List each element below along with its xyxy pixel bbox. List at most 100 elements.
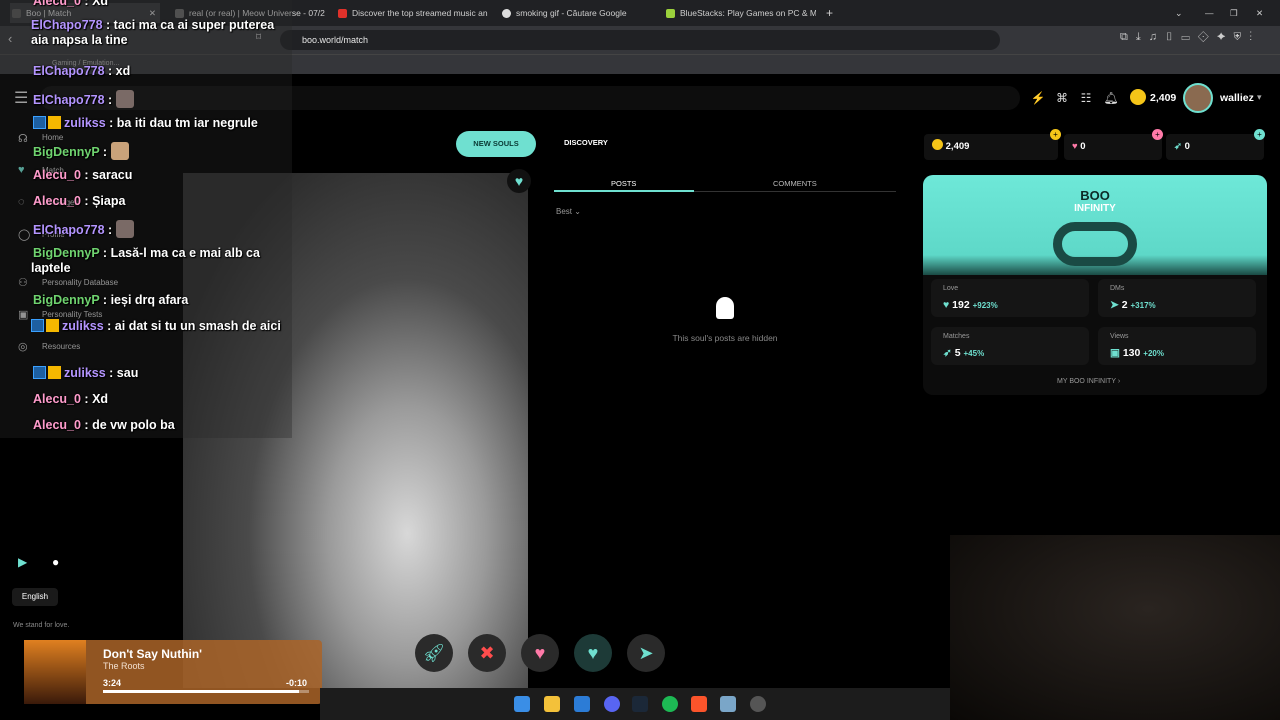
chat-username: ElChapo778: [31, 18, 103, 32]
tagline: We stand for love.: [13, 622, 70, 629]
avatar[interactable]: [1183, 83, 1213, 113]
heart-icon[interactable]: ♥: [507, 169, 531, 193]
tab-music[interactable]: Discover the top streamed music and: [338, 3, 488, 23]
toolbar-extension-icons[interactable]: ⧉⤓♫▯▭⟐✦⛨⋮: [1120, 31, 1260, 44]
matches-label: Matches: [943, 333, 970, 340]
spotify-icon[interactable]: [662, 696, 678, 712]
tab-comments[interactable]: COMMENTS: [773, 179, 817, 188]
chevron-down-icon[interactable]: ⌄: [1175, 3, 1185, 23]
chat-username: BigDennyP: [33, 246, 100, 260]
url-field[interactable]: boo.world/match: [280, 30, 1000, 50]
header-coins: 2,409: [1150, 92, 1177, 104]
lightning-icon[interactable]: ⚡: [1030, 90, 1046, 106]
love-stat: Love ♥ 192 +923%: [931, 279, 1089, 317]
tab-title: Discover the top streamed music and: [352, 8, 488, 18]
chat-username: zulikss: [62, 319, 104, 333]
love-percent: +923%: [972, 301, 998, 310]
album-art: [24, 640, 86, 704]
language-select[interactable]: English: [12, 588, 58, 606]
progress-track[interactable]: [103, 690, 309, 693]
apple-icon[interactable]: ●: [52, 555, 59, 569]
chat-text: ai dat si tu un smash de aici: [114, 319, 281, 333]
maximize-icon[interactable]: ❐: [1230, 3, 1240, 23]
love-label: Love: [943, 285, 959, 292]
add-love-icon[interactable]: +: [1152, 129, 1163, 140]
chat-message: ElChapo778 : taci ma ca ai super puterea…: [31, 18, 275, 47]
translate-icon[interactable]: ⌘: [1054, 90, 1070, 106]
app-icon[interactable]: [720, 696, 736, 712]
file-explorer-icon[interactable]: [544, 696, 560, 712]
elapsed-time: 3:24: [103, 678, 122, 688]
add-boost-icon[interactable]: +: [1254, 129, 1265, 140]
chat-username: BigDennyP: [33, 293, 100, 307]
song-title: Don't Say Nuthin': [103, 647, 203, 661]
chat-message: zulikss : ai dat si tu un smash de aici: [31, 319, 291, 334]
tab-posts[interactable]: POSTS: [611, 179, 636, 188]
infinity-title: BOO: [1080, 188, 1110, 203]
matches-value: 5: [954, 347, 961, 359]
webcam-overlay: [950, 535, 1280, 720]
new-tab-button[interactable]: +: [826, 3, 840, 23]
close-window-icon[interactable]: ✕: [1256, 3, 1266, 23]
boost-pill[interactable]: ➶ 0: [1166, 134, 1264, 160]
photos-icon[interactable]: [574, 696, 590, 712]
crown-badge-icon: [48, 116, 61, 129]
brave-icon[interactable]: [691, 696, 707, 712]
chat-text: saracu: [92, 168, 133, 182]
obs-icon[interactable]: [750, 696, 766, 712]
chat-message: BigDennyP : Lasă-l ma ca e mai alb ca la…: [31, 246, 260, 275]
heart-icon: ♥: [943, 299, 950, 311]
prime-badge-icon: [31, 319, 44, 332]
discord-icon[interactable]: [604, 696, 620, 712]
tab-title: smoking gif - Căutare Google: [516, 8, 627, 18]
infinity-icon: [1053, 222, 1137, 266]
chat-message: ElChapo778 : xd: [33, 64, 131, 78]
bell-icon[interactable]: 🔔︎: [1103, 90, 1119, 106]
chat-message: Alecu_0 : Xd: [33, 0, 293, 9]
infinity-subtitle: INFINITY: [1074, 203, 1116, 214]
chat-message: zulikss : sau: [33, 366, 293, 381]
filter-icon[interactable]: ☷: [1078, 90, 1094, 106]
chevron-down-icon[interactable]: ▾: [1257, 92, 1262, 103]
dms-percent: +317%: [1130, 301, 1156, 310]
steam-icon[interactable]: [632, 696, 648, 712]
minimize-icon[interactable]: —: [1205, 3, 1215, 23]
like-button[interactable]: ♥: [574, 634, 612, 672]
chat-username: Alecu_0: [33, 168, 81, 182]
tab-google[interactable]: smoking gif - Căutare Google: [502, 3, 652, 23]
rocket-icon: ➶: [1174, 141, 1182, 152]
chat-username: Alecu_0: [33, 418, 81, 432]
chat-message: BigDennyP :: [33, 142, 293, 160]
views-label: Views: [1110, 333, 1129, 340]
chat-text: sau: [116, 366, 139, 380]
tab-title: BlueStacks: Play Games on PC & Ma: [680, 8, 816, 18]
coins-pill[interactable]: 2,409: [924, 134, 1058, 160]
chat-username: ElChapo778: [33, 223, 105, 237]
sort-select[interactable]: Best ⌄: [556, 207, 581, 216]
new-souls-button[interactable]: NEW SOULS: [456, 131, 536, 157]
emote-icon: [115, 90, 134, 108]
pass-button[interactable]: ✖: [468, 634, 506, 672]
send-dm-button[interactable]: ➤: [627, 634, 665, 672]
boost-count: 0: [1184, 141, 1190, 152]
emote-icon: [110, 142, 129, 160]
my-boo-infinity-link[interactable]: MY BOO INFINITY ›: [1057, 378, 1120, 385]
discovery-button[interactable]: DISCOVERY: [564, 138, 608, 147]
love-pill[interactable]: ♥ 0: [1064, 134, 1162, 160]
add-coins-icon[interactable]: +: [1050, 129, 1061, 140]
chat-message: Alecu_0 : Șiapa: [33, 194, 126, 208]
dms-stat: DMs ➤ 2 +317%: [1098, 279, 1256, 317]
chat-message: zulikss : ba iti dau tm iar negrule: [33, 116, 293, 131]
sort-label: Best: [556, 207, 573, 216]
boost-button[interactable]: 🚀︎: [415, 634, 453, 672]
google-play-icon[interactable]: ▶: [18, 555, 27, 569]
love-button[interactable]: ♥: [521, 634, 559, 672]
username[interactable]: walliez: [1220, 92, 1254, 104]
chat-text: Xd: [92, 392, 109, 406]
love-value: 192: [952, 299, 970, 311]
chat-text: xd: [115, 64, 131, 78]
tab-bluestacks[interactable]: BlueStacks: Play Games on PC & Ma: [666, 3, 816, 23]
start-icon[interactable]: [514, 696, 530, 712]
dms-label: DMs: [1110, 285, 1125, 292]
posts-hidden-message: This soul's posts are hidden: [672, 333, 778, 343]
